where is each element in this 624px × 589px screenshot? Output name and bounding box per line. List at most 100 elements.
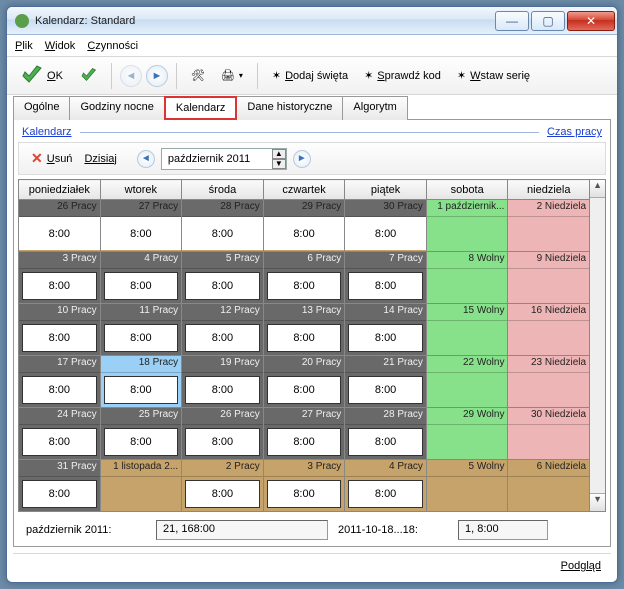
section-title-link[interactable]: Kalendarz [22, 126, 72, 138]
calendar-cell[interactable]: 11 Pracy8:00 [100, 304, 182, 356]
calendar-cell[interactable]: 29 Wolny [426, 408, 508, 460]
tab-algorytm[interactable]: Algorytm [342, 96, 407, 120]
col-header[interactable]: środa [182, 180, 264, 200]
podglad-link[interactable]: Podgląd [561, 560, 601, 572]
cell-value: 8:00 [104, 272, 179, 300]
cell-value: 8:00 [348, 480, 423, 508]
calendar-cell[interactable]: 21 Pracy8:00 [345, 356, 427, 408]
calendar-cell[interactable]: 30 Pracy8:00 [345, 200, 427, 252]
calendar-cell[interactable]: 6 Pracy8:00 [263, 252, 345, 304]
cell-header: 28 Pracy [345, 408, 426, 425]
calendar-cell[interactable]: 5 Wolny [426, 460, 508, 512]
calendar-cell[interactable]: 2 Niedziela [508, 200, 590, 252]
calendar-cell[interactable]: 15 Wolny [426, 304, 508, 356]
cell-value: 8:00 [348, 272, 423, 300]
cell-value: 8:00 [22, 272, 97, 300]
month-selector[interactable]: ▲ ▼ [161, 148, 287, 170]
calendar-cell[interactable]: 6 Niedziela [508, 460, 590, 512]
calendar-cell[interactable]: 7 Pracy8:00 [345, 252, 427, 304]
col-header[interactable]: wtorek [100, 180, 182, 200]
tab-dane-historyczne[interactable]: Dane historyczne [236, 96, 343, 120]
tools-button[interactable]: 🛠 [185, 66, 211, 85]
tab-godziny-nocne[interactable]: Godziny nocne [69, 96, 164, 120]
calendar-cell[interactable]: 27 Pracy8:00 [100, 200, 182, 252]
calendar-cell[interactable]: 26 Pracy8:00 [182, 408, 264, 460]
calendar-cell[interactable]: 8 Wolny [426, 252, 508, 304]
minimize-button[interactable]: — [495, 11, 529, 31]
menu-czynnosci[interactable]: Czynności [87, 40, 138, 52]
calendar-cell[interactable]: 4 Pracy8:00 [345, 460, 427, 512]
cell-header: 14 Pracy [345, 304, 426, 321]
prev-month-button[interactable]: ◄ [137, 150, 155, 168]
menu-plik[interactable]: Plik [15, 40, 33, 52]
col-header[interactable]: niedziela [508, 180, 590, 200]
calendar-cell[interactable]: 17 Pracy8:00 [19, 356, 101, 408]
calendar-cell[interactable]: 28 Pracy8:00 [182, 200, 264, 252]
cell-header: 21 Pracy [345, 356, 426, 373]
wstaw-serie-button[interactable]: ✶ Wstaw serię [451, 66, 536, 85]
tab-kalendarz[interactable]: Kalendarz [164, 96, 238, 120]
col-header[interactable]: czwartek [263, 180, 345, 200]
col-header[interactable]: sobota [426, 180, 508, 200]
apply-button[interactable] [73, 64, 103, 88]
cell-header: 5 Pracy [182, 252, 263, 269]
dzisiaj-link[interactable]: Dzisiaj [84, 153, 116, 165]
cell-header: 30 Pracy [345, 200, 426, 217]
month-spin-up[interactable]: ▲ [272, 149, 286, 159]
nav-forward-button[interactable]: ► [146, 65, 168, 87]
tab-ogolne[interactable]: Ogólne [13, 96, 70, 120]
nav-back-button[interactable]: ◄ [120, 65, 142, 87]
calendar-cell[interactable]: 14 Pracy8:00 [345, 304, 427, 356]
calendar-cell[interactable]: 22 Wolny [426, 356, 508, 408]
col-header[interactable]: piątek [345, 180, 427, 200]
calendar-cell[interactable]: 5 Pracy8:00 [182, 252, 264, 304]
calendar-cell[interactable]: 3 Pracy8:00 [19, 252, 101, 304]
calendar-cell[interactable]: 23 Niedziela [508, 356, 590, 408]
calendar-cell[interactable]: 18 Pracy8:00 [100, 356, 182, 408]
cell-header: 31 Pracy [19, 460, 100, 477]
calendar-cell[interactable]: 1 listopada 2... [100, 460, 182, 512]
calendar-cell[interactable]: 27 Pracy8:00 [263, 408, 345, 460]
calendar-cell[interactable]: 30 Niedziela [508, 408, 590, 460]
calendar-cell[interactable]: 24 Pracy8:00 [19, 408, 101, 460]
wand-icon: ✶ [272, 69, 281, 82]
calendar-cell[interactable]: 25 Pracy8:00 [100, 408, 182, 460]
calendar-cell[interactable]: 13 Pracy8:00 [263, 304, 345, 356]
ok-button[interactable]: OK [13, 61, 69, 91]
calendar-cell[interactable]: 16 Niedziela [508, 304, 590, 356]
calendar-cell[interactable]: 3 Pracy8:00 [263, 460, 345, 512]
month-spin-down[interactable]: ▼ [272, 159, 286, 169]
maximize-button[interactable]: ▢ [531, 11, 565, 31]
dodaj-swieta-button[interactable]: ✶ Dodaj święta [266, 66, 354, 85]
calendar-cell[interactable]: 1 październik... [426, 200, 508, 252]
calendar-cell[interactable]: 29 Pracy8:00 [263, 200, 345, 252]
calendar-cell[interactable]: 10 Pracy8:00 [19, 304, 101, 356]
col-header[interactable]: poniedziałek [19, 180, 101, 200]
status-label-1: październik 2011: [26, 524, 146, 536]
cell-header: 27 Pracy [264, 408, 345, 425]
month-input[interactable] [162, 149, 272, 169]
print-button[interactable]: 🖨▾ [215, 66, 249, 85]
calendar-cell[interactable]: 31 Pracy 8:00 [19, 460, 101, 512]
sprawdz-kod-button[interactable]: ✶ Sprawdź kod [358, 66, 447, 85]
calendar-cell[interactable]: 2 Pracy8:00 [182, 460, 264, 512]
calendar-cell[interactable]: 19 Pracy8:00 [182, 356, 264, 408]
usun-button[interactable]: ✕ Usuń [25, 147, 78, 170]
cell-value: 8:00 [22, 480, 97, 508]
app-icon [15, 14, 29, 28]
czas-pracy-link[interactable]: Czas pracy [547, 126, 602, 138]
calendar-cell[interactable]: 28 Pracy8:00 [345, 408, 427, 460]
scroll-up-button[interactable]: ▲ [590, 180, 605, 198]
menu-widok[interactable]: Widok [45, 40, 76, 52]
calendar-cell[interactable]: 26 Pracy8:00 [19, 200, 101, 252]
calendar-cell[interactable]: 20 Pracy8:00 [263, 356, 345, 408]
cell-header: 9 Niedziela [508, 252, 589, 269]
calendar-cell[interactable]: 12 Pracy8:00 [182, 304, 264, 356]
next-month-button[interactable]: ► [293, 150, 311, 168]
close-button[interactable]: ✕ [567, 11, 615, 31]
calendar-cell[interactable]: 4 Pracy8:00 [100, 252, 182, 304]
vertical-scrollbar[interactable]: ▲ ▼ [590, 179, 606, 512]
scroll-down-button[interactable]: ▼ [590, 493, 605, 511]
calendar-cell[interactable]: 9 Niedziela [508, 252, 590, 304]
cell-header: 22 Wolny [427, 356, 508, 373]
